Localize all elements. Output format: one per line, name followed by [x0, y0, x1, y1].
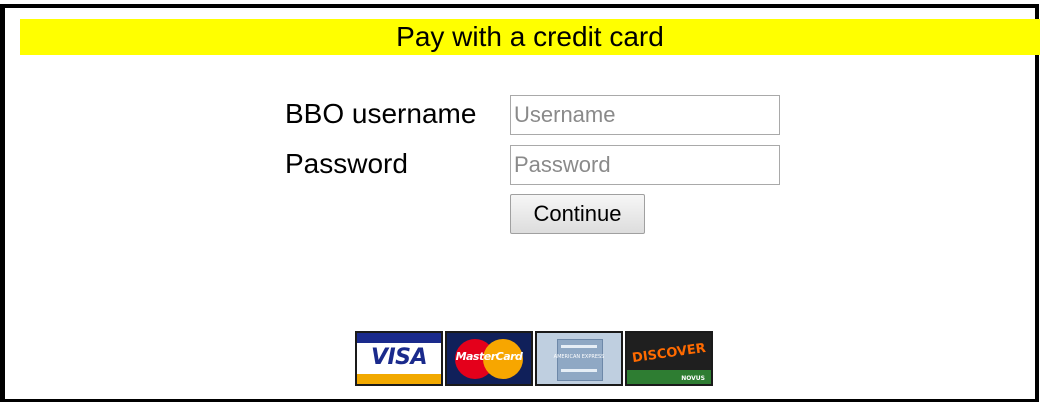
visa-logo-icon: VISA — [355, 331, 443, 386]
amex-logo-icon: AMERICAN EXPRESS — [535, 331, 623, 386]
visa-bottom-band — [357, 374, 441, 384]
visa-logo-text: VISA — [370, 345, 428, 370]
continue-button[interactable]: Continue — [510, 194, 645, 234]
amex-stripe — [561, 345, 597, 348]
mastercard-logo-text: MasterCard — [455, 350, 523, 363]
page-title: Pay with a credit card — [20, 19, 1040, 55]
amex-stripe — [561, 369, 597, 372]
password-input[interactable] — [510, 145, 780, 185]
amex-logo-text: AMERICAN EXPRESS — [553, 354, 605, 360]
discover-logo-icon: DISCOVER NOVUS — [625, 331, 713, 386]
visa-top-band — [357, 333, 441, 343]
discover-sub-text: NOVUS — [681, 375, 705, 382]
password-label: Password — [285, 148, 408, 179]
mastercard-logo-icon: MasterCard — [445, 331, 533, 386]
username-label: BBO username — [285, 98, 477, 129]
accepted-cards: VISA MasterCard AMERICAN EXPRESS DISCOVE… — [355, 331, 713, 386]
username-input[interactable] — [510, 95, 780, 135]
